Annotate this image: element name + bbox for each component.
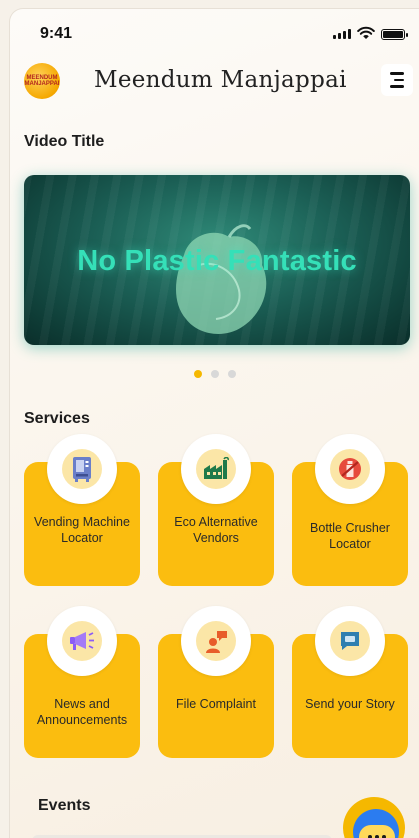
- plastic-bag-image: [176, 224, 267, 334]
- service-label: Bottle Crusher Locator: [310, 521, 390, 551]
- service-card-vending-machine[interactable]: Vending Machine Locator: [24, 434, 140, 586]
- no-bottle-icon: [339, 458, 361, 480]
- message-icon: [341, 632, 359, 650]
- carousel-dot[interactable]: [194, 370, 202, 378]
- service-card-news[interactable]: News and Announcements: [24, 606, 140, 758]
- wifi-icon: [357, 26, 375, 39]
- status-time: 9:41: [40, 25, 73, 42]
- video-carousel-slide[interactable]: No Plastic Fantastic: [24, 175, 410, 345]
- carousel-dot[interactable]: [228, 370, 236, 378]
- service-label: Send your Story: [305, 697, 395, 711]
- carousel-dot[interactable]: [211, 370, 219, 378]
- service-label: Vending Machine Locator: [34, 515, 130, 545]
- carousel-indicator: [194, 370, 236, 378]
- service-label: Eco Alternative Vendors: [174, 515, 258, 545]
- service-card-send-story[interactable]: Send your Story: [292, 606, 408, 758]
- megaphone-icon: [70, 632, 94, 650]
- app-logo[interactable]: MEENDUM MANJAPPAI: [24, 63, 60, 99]
- chat-assistant-button[interactable]: [343, 797, 405, 838]
- status-bar: 9:41: [10, 23, 419, 47]
- service-icon-ring: [47, 434, 117, 504]
- service-icon-ring: [47, 606, 117, 676]
- factory-icon: [204, 457, 229, 479]
- service-icon-ring: [315, 434, 385, 504]
- app-header: MEENDUM MANJAPPAI Meendum Manjappai: [10, 61, 419, 101]
- complaint-person-icon: [206, 631, 227, 653]
- service-label: News and Announcements: [36, 697, 128, 727]
- app-screen: 9:41 MEENDUM MANJAPPAI Meendum Manjappai…: [9, 8, 419, 838]
- service-card-bottle-crusher[interactable]: Bottle Crusher Locator: [292, 434, 408, 586]
- service-card-eco-vendors[interactable]: Eco Alternative Vendors: [158, 434, 274, 586]
- chat-bubble-icon: [359, 825, 395, 838]
- hero-title: No Plastic Fantastic: [77, 245, 357, 277]
- services-section-title: Services: [24, 410, 90, 427]
- service-icon-ring: [315, 606, 385, 676]
- events-section-title: Events: [38, 797, 91, 814]
- menu-button[interactable]: [381, 64, 413, 96]
- service-icon-ring: [181, 434, 251, 504]
- video-section-title: Video Title: [24, 133, 105, 150]
- signal-icon: [333, 29, 351, 39]
- app-title: Meendum Manjappai: [94, 67, 347, 93]
- vending-machine-icon: [73, 457, 91, 482]
- service-label: File Complaint: [176, 697, 256, 711]
- battery-icon: [381, 29, 408, 40]
- service-card-file-complaint[interactable]: File Complaint: [158, 606, 274, 758]
- service-icon-ring: [181, 606, 251, 676]
